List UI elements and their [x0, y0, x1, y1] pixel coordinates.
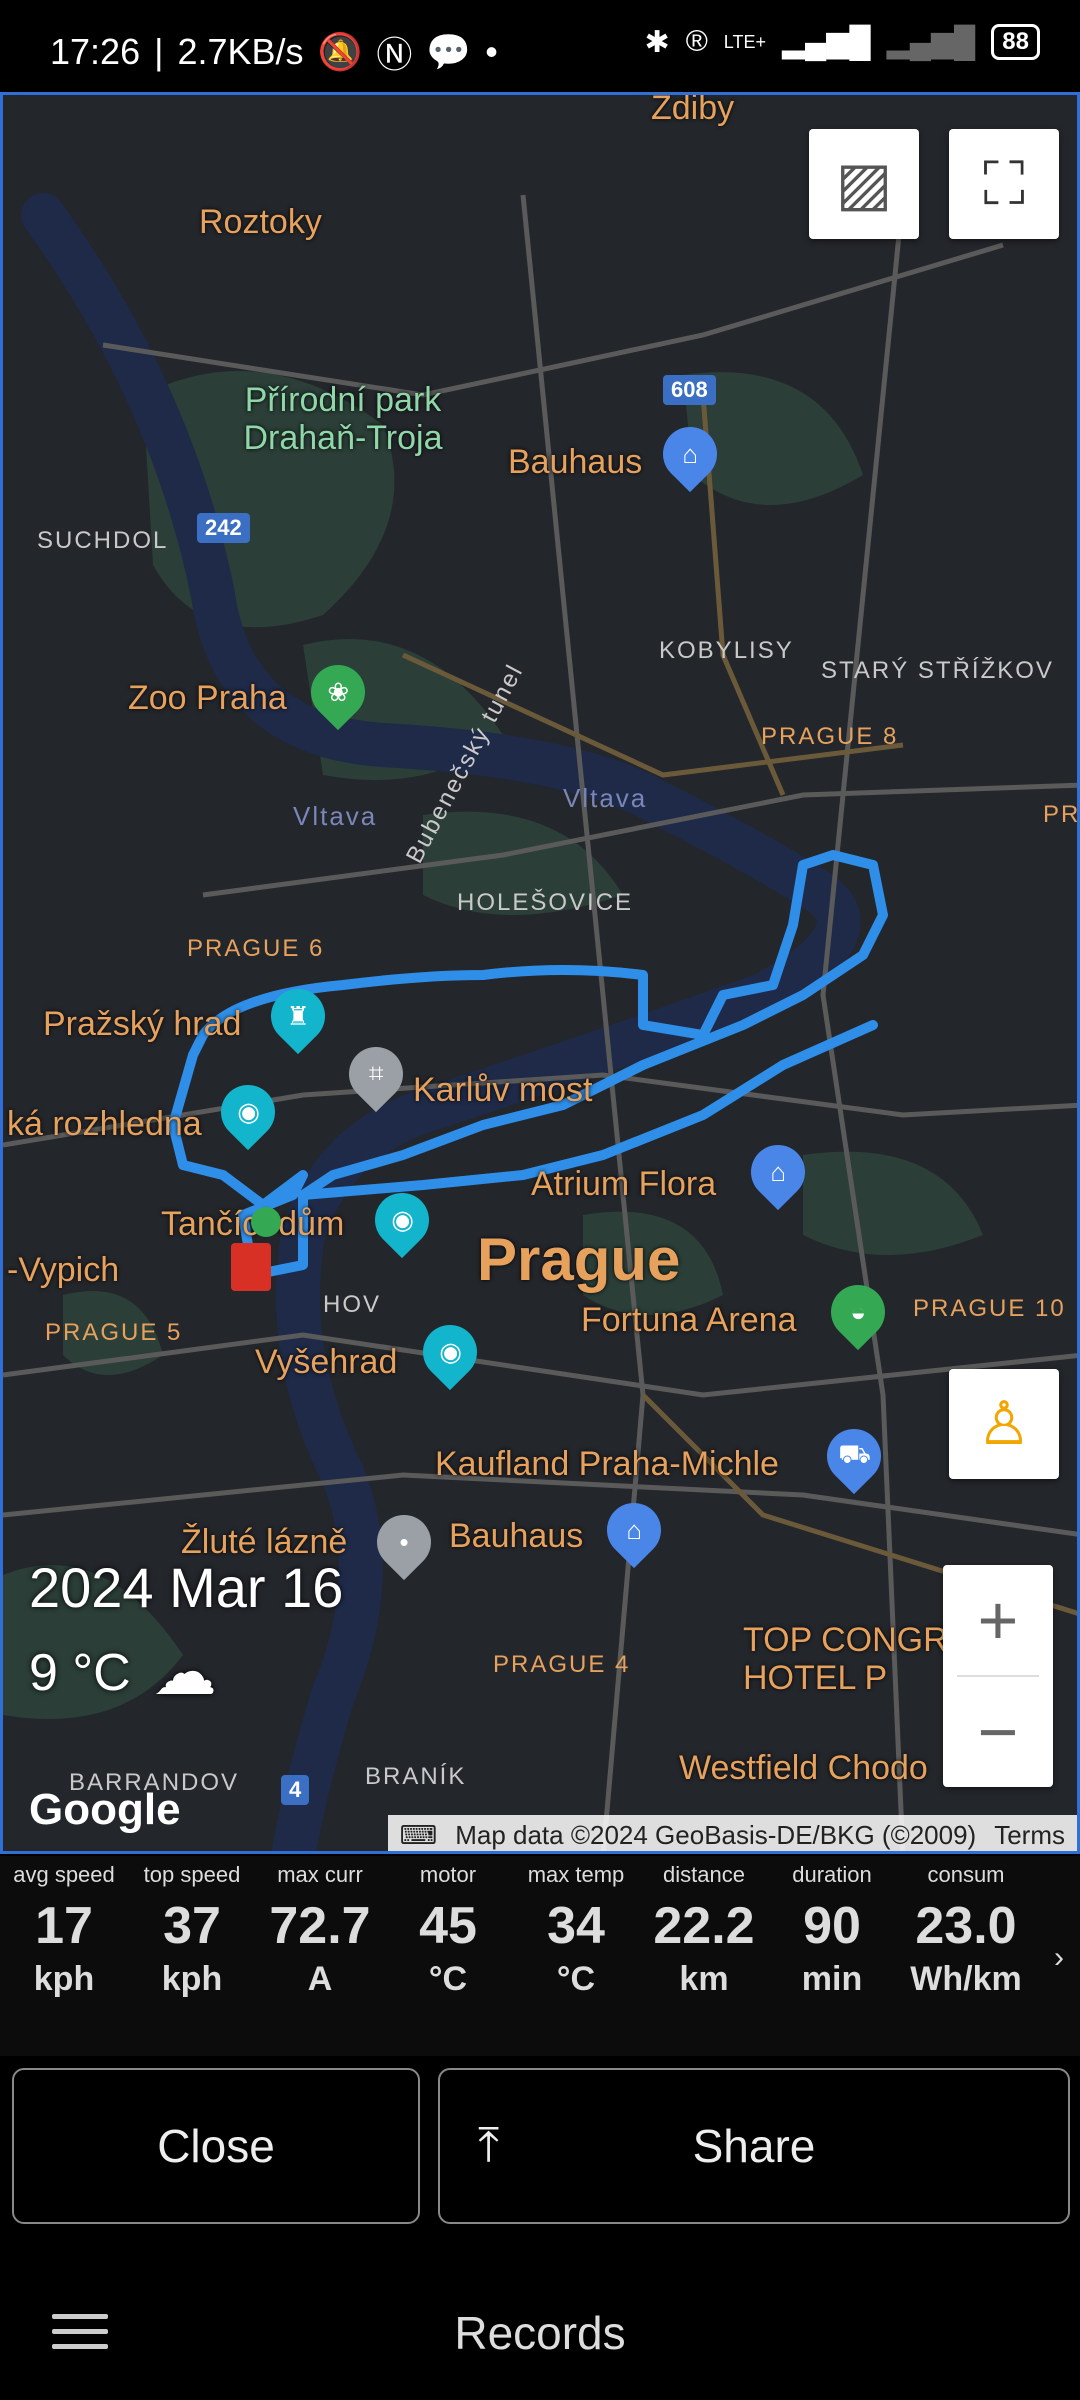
- road-4: 4: [281, 1775, 310, 1805]
- place-atrium-flora[interactable]: Atrium Flora: [531, 1165, 716, 1204]
- screen-title: Records: [454, 2307, 626, 2359]
- status-network-speed: 2.7KB/s: [177, 31, 304, 72]
- temperature: 9 °C: [29, 1643, 131, 1702]
- district-suchdol: SUCHDOL: [37, 527, 169, 554]
- pegman-icon: ♙: [977, 1390, 1031, 1457]
- stat-top-speed: top speed 37 kph: [143, 1862, 241, 1998]
- district-prague-5: PRAGUE 5: [45, 1319, 183, 1346]
- street-view-button[interactable]: ♙: [949, 1369, 1059, 1479]
- place-karluv-most[interactable]: Karlův most: [413, 1071, 593, 1110]
- district-holesovice: HOLEŠOVICE: [457, 889, 634, 916]
- battery-icon: 88: [991, 24, 1040, 60]
- district-prague-6: PRAGUE 6: [187, 935, 325, 962]
- stat-duration: duration 90 min: [792, 1862, 872, 1998]
- network-type: LTE+: [723, 31, 766, 52]
- chevron-right-icon[interactable]: ›: [1054, 1941, 1064, 1975]
- place-kaufland[interactable]: Kaufland Praha-Michle: [435, 1445, 779, 1484]
- share-button[interactable]: ⤒ Share: [438, 2068, 1070, 2224]
- place-rozhledna[interactable]: ká rozhledna: [7, 1105, 202, 1144]
- place-zdiby[interactable]: Zdiby: [651, 95, 734, 128]
- dot-icon: •: [485, 31, 498, 72]
- district-pr: PR: [1043, 801, 1080, 828]
- map-view[interactable]: Roztoky Zdiby Přírodní park Drahaň-Troja…: [0, 92, 1080, 1854]
- road-242: 242: [197, 513, 250, 543]
- nfc-icon: Ⓝ: [376, 34, 413, 75]
- district-prague-4: PRAGUE 4: [493, 1651, 631, 1678]
- place-westfield[interactable]: Westfield Chodo: [679, 1749, 928, 1788]
- map-attribution: ⌨ Map data ©2024 GeoBasis-DE/BKG (©2009)…: [387, 1815, 1077, 1851]
- ride-date: 2024 Mar 16: [29, 1556, 344, 1619]
- place-fortuna-arena[interactable]: Fortuna Arena: [581, 1301, 796, 1340]
- stat-max-temp: max temp 34 °C: [527, 1862, 625, 1998]
- place-top-congress[interactable]: TOP CONGR HOTEL P: [743, 1621, 963, 1697]
- district-stary-strizkov: STARÝ STŘÍŽKOV: [821, 657, 1054, 684]
- stat-consum: consum 23.0 Wh/km: [910, 1862, 1022, 1998]
- registered-icon: ®: [685, 25, 708, 58]
- upload-icon: ⤒: [478, 2119, 500, 2172]
- district-prague-8: PRAGUE 8: [761, 723, 899, 750]
- stat-max-curr: max curr 72.7 A: [269, 1862, 371, 1998]
- place-roztoky[interactable]: Roztoky: [199, 203, 322, 242]
- weather: 9 °C ☁: [29, 1635, 217, 1710]
- signal-icon: ▂▄▆█: [781, 25, 871, 59]
- place-zoo-praha[interactable]: Zoo Praha: [128, 679, 287, 718]
- status-time: 17:26: [50, 31, 141, 72]
- chat-icon: 💬: [426, 31, 472, 72]
- bluetooth-icon: ✱: [644, 25, 670, 59]
- place-prirodni-park[interactable]: Přírodní park Drahaň-Troja: [213, 381, 473, 457]
- stat-motor: motor 45 °C: [419, 1862, 477, 1998]
- keyboard-icon[interactable]: ⌨: [400, 1820, 438, 1851]
- status-bar: 17:26 | 2.7KB/s 🔕 Ⓝ 💬 • ✱ ® LTE+ ▂▄▆█ ▂▄…: [0, 0, 1080, 95]
- district-prague-10: PRAGUE 10: [913, 1295, 1066, 1322]
- place-bauhaus-north[interactable]: Bauhaus: [508, 443, 642, 482]
- stat-avg-speed: avg speed 17 kph: [13, 1862, 115, 1998]
- place-vypich[interactable]: -Vypich: [7, 1251, 119, 1290]
- place-prague[interactable]: Prague: [477, 1225, 680, 1294]
- district-branik: BRANÍK: [365, 1763, 467, 1790]
- bottom-bar: Records: [0, 2250, 1080, 2400]
- road-608: 608: [663, 375, 716, 405]
- zoom-out-button[interactable]: −: [943, 1677, 1053, 1787]
- mute-icon: 🔕: [317, 31, 363, 72]
- ride-stats[interactable]: avg speed 17 kph top speed 37 kph max curr 72…: [0, 1856, 1080, 2056]
- fullscreen-button[interactable]: ⛶: [949, 129, 1059, 239]
- stat-distance: distance 22.2 km: [653, 1862, 755, 1998]
- close-button[interactable]: Close: [12, 2068, 420, 2224]
- district-kobylisy: KOBYLISY: [659, 637, 794, 664]
- finish-marker-icon[interactable]: [231, 1243, 271, 1291]
- place-vysehrad[interactable]: Vyšehrad: [255, 1343, 397, 1382]
- district-hov: HOV: [323, 1291, 382, 1318]
- place-bauhaus-south[interactable]: Bauhaus: [449, 1517, 583, 1556]
- image-icon: ▨: [835, 150, 893, 217]
- map-layer-button[interactable]: ▨: [809, 129, 919, 239]
- river-label: Vltava: [293, 801, 378, 831]
- zoom-in-button[interactable]: +: [943, 1565, 1053, 1675]
- river-label-2: Vltava: [563, 783, 648, 813]
- place-prazsky-hrad[interactable]: Pražský hrad: [43, 1005, 241, 1044]
- start-marker-icon[interactable]: [251, 1207, 281, 1237]
- google-logo: Google: [29, 1785, 181, 1834]
- terms-link[interactable]: Terms: [994, 1820, 1065, 1851]
- cloudy-icon: ☁: [152, 1636, 217, 1708]
- signal-2-icon: ▂▄▆█: [886, 25, 976, 59]
- fullscreen-icon: ⛶: [983, 150, 1025, 217]
- zoom-controls: + −: [943, 1565, 1053, 1787]
